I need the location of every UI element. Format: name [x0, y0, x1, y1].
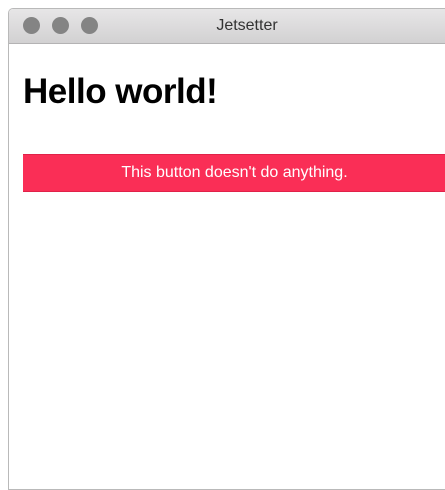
- window-content: Hello world! This button doesn't do anyt…: [9, 44, 445, 489]
- app-window: Jetsetter Hello world! This button doesn…: [8, 8, 445, 490]
- page-heading: Hello world!: [23, 72, 218, 111]
- do-nothing-button[interactable]: This button doesn't do anything.: [23, 154, 445, 192]
- title-bar[interactable]: Jetsetter: [9, 9, 445, 44]
- window-title: Jetsetter: [216, 17, 278, 34]
